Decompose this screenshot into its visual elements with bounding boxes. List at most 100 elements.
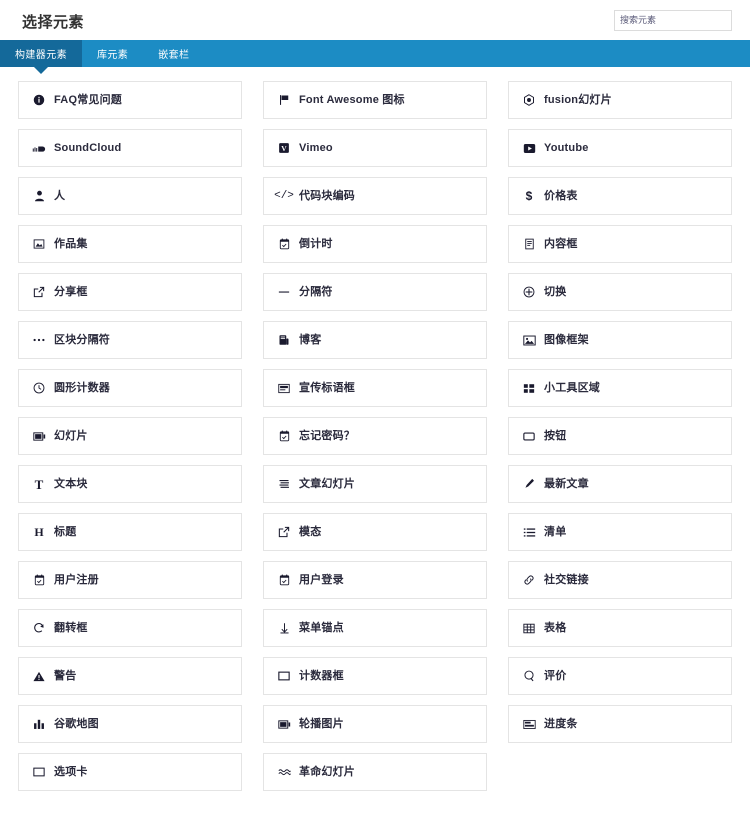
content-box-icon [521, 237, 537, 251]
element-card[interactable]: 幻灯片 [18, 417, 242, 455]
dollar-icon: $ [525, 189, 533, 203]
calendar-check-icon [31, 573, 47, 587]
calendar-check-icon [276, 573, 292, 587]
element-card[interactable]: 菜单锚点 [263, 609, 487, 647]
element-card[interactable]: 切换 [508, 273, 732, 311]
element-card[interactable]: 宣传标语框 [263, 369, 487, 407]
elements-panel: FAQ常见问题 Font Awesome 图标 fusion幻灯片 SoundClou… [0, 67, 750, 801]
element-card[interactable]: Font Awesome 图标 [263, 81, 487, 119]
tab-library-elements[interactable]: 库元素 [82, 40, 143, 67]
element-card[interactable]: fusion幻灯片 [508, 81, 732, 119]
element-card[interactable]: 人 [18, 177, 242, 215]
element-label: 菜单锚点 [299, 621, 344, 634]
element-card[interactable]: 计数器框 [263, 657, 487, 695]
element-card[interactable]: 表格 [508, 609, 732, 647]
map-icon [31, 717, 47, 731]
element-label: 代码块编码 [299, 189, 355, 202]
element-card[interactable]: 文章幻灯片 [263, 465, 487, 503]
tab-label: 库元素 [97, 50, 129, 61]
checklist-icon [521, 525, 537, 539]
carousel-icon [276, 717, 292, 731]
counter-box-icon [276, 669, 292, 683]
element-label: 警告 [54, 669, 77, 682]
search-input[interactable] [614, 9, 732, 31]
element-card[interactable]: FAQ常见问题 [18, 81, 242, 119]
element-card[interactable]: 最新文章 [508, 465, 732, 503]
info-circle-icon [31, 93, 47, 107]
element-card[interactable]: 革命幻灯片 [263, 753, 487, 791]
element-card[interactable]: 用户注册 [18, 561, 242, 599]
element-label: 分隔符 [299, 285, 333, 298]
calendar-check-icon [276, 237, 292, 251]
element-card[interactable]: 进度条 [508, 705, 732, 743]
element-label: fusion幻灯片 [544, 93, 612, 106]
element-card[interactable]: 社交链接 [508, 561, 732, 599]
element-card[interactable]: 博客 [263, 321, 487, 359]
element-label: 计数器框 [299, 669, 344, 682]
testimonial-icon [521, 669, 537, 683]
element-card[interactable]: </> 代码块编码 [263, 177, 487, 215]
widget-area-icon [521, 381, 537, 395]
element-card[interactable]: T 文本块 [18, 465, 242, 503]
youtube-icon [521, 141, 537, 155]
element-card[interactable]: 倒计时 [263, 225, 487, 263]
element-card[interactable]: 清单 [508, 513, 732, 551]
element-label: 价格表 [544, 189, 578, 202]
element-card[interactable]: 分隔符 [263, 273, 487, 311]
ellipsis-icon [31, 333, 47, 347]
element-card[interactable]: 小工具区域 [508, 369, 732, 407]
element-card[interactable]: 图像框架 [508, 321, 732, 359]
element-label: Youtube [544, 141, 589, 154]
image-frame-icon [521, 333, 537, 347]
element-card[interactable]: 用户登录 [263, 561, 487, 599]
element-card[interactable]: 翻转框 [18, 609, 242, 647]
element-label: 幻灯片 [54, 429, 88, 442]
element-label: 倒计时 [299, 237, 333, 250]
link-icon [521, 573, 537, 587]
page-title: 选择元素 [22, 13, 85, 31]
tab-builder-elements[interactable]: 构建器元素 [0, 40, 82, 67]
element-card[interactable]: SoundCloud [18, 129, 242, 167]
blog-icon [276, 333, 292, 347]
element-card[interactable]: 作品集 [18, 225, 242, 263]
element-card[interactable]: 选项卡 [18, 753, 242, 791]
element-label: 文章幻灯片 [299, 477, 355, 490]
table-icon [521, 621, 537, 635]
clock-icon [31, 381, 47, 395]
element-label: 标题 [54, 525, 77, 538]
element-card[interactable]: Youtube [508, 129, 732, 167]
anchor-icon [276, 621, 292, 635]
portfolio-icon [31, 237, 47, 251]
element-label: SoundCloud [54, 141, 122, 154]
modal-icon [276, 525, 292, 539]
element-label: 模态 [299, 525, 322, 538]
revolution-slider-icon [276, 765, 292, 779]
element-label: 翻转框 [54, 621, 88, 634]
element-card[interactable]: 内容框 [508, 225, 732, 263]
post-slider-icon [276, 477, 292, 491]
element-card[interactable]: 评价 [508, 657, 732, 695]
element-label: 最新文章 [544, 477, 589, 490]
element-card[interactable]: 按钮 [508, 417, 732, 455]
tabs-icon [31, 765, 47, 779]
element-label: 谷歌地图 [54, 717, 99, 730]
element-card[interactable]: 分享框 [18, 273, 242, 311]
element-card[interactable]: 轮播图片 [263, 705, 487, 743]
toggle-icon [521, 285, 537, 299]
tab-nested-columns[interactable]: 嵌套栏 [143, 40, 204, 67]
element-card[interactable]: 模态 [263, 513, 487, 551]
button-icon [521, 429, 537, 443]
element-card[interactable]: $ 价格表 [508, 177, 732, 215]
element-card[interactable]: 区块分隔符 [18, 321, 242, 359]
flip-box-icon [31, 621, 47, 635]
element-card[interactable]: 圆形计数器 [18, 369, 242, 407]
element-label: 按钮 [544, 429, 567, 442]
element-card[interactable]: 谷歌地图 [18, 705, 242, 743]
element-label: 革命幻灯片 [299, 765, 355, 778]
element-card[interactable]: V Vimeo [263, 129, 487, 167]
element-label: 轮播图片 [299, 717, 344, 730]
element-card[interactable]: 忘记密码？ [263, 417, 487, 455]
element-card[interactable]: H 标题 [18, 513, 242, 551]
element-card[interactable]: 警告 [18, 657, 242, 695]
pen-icon [521, 477, 537, 491]
